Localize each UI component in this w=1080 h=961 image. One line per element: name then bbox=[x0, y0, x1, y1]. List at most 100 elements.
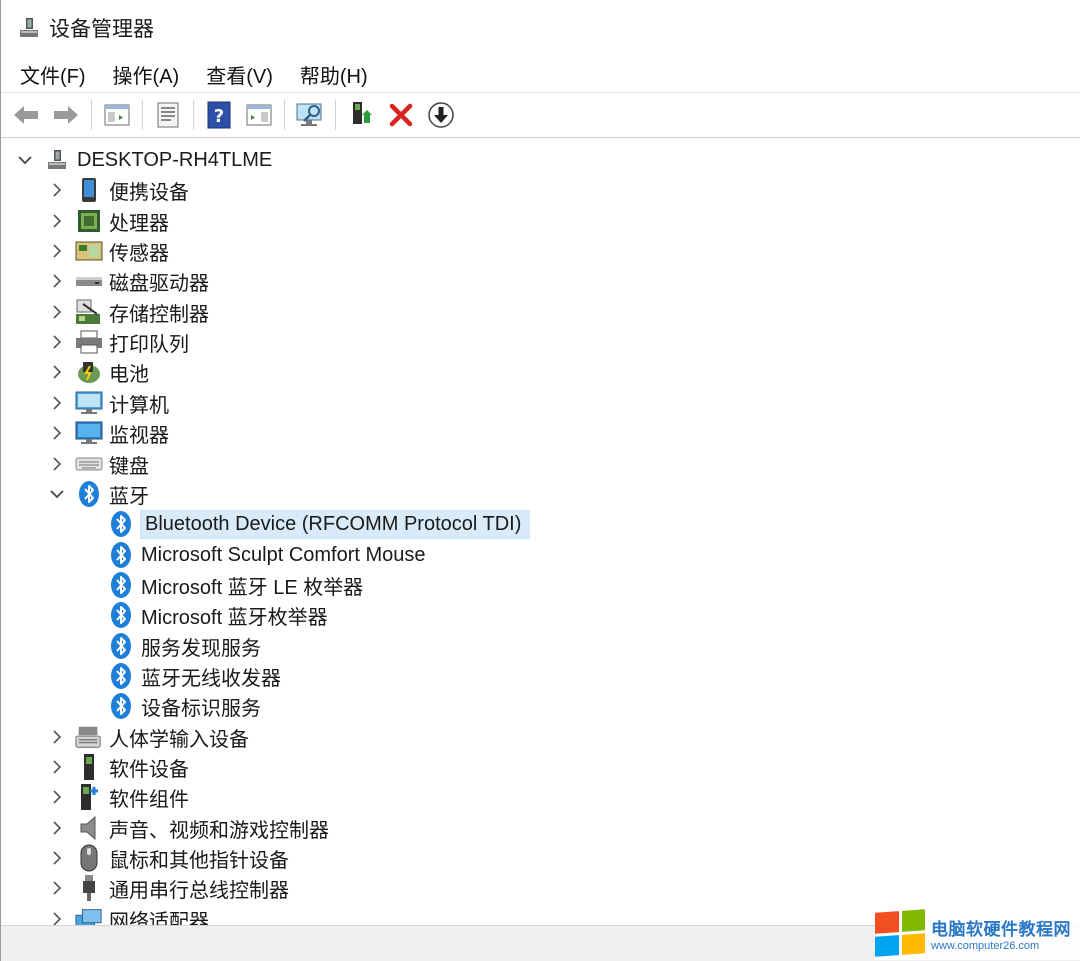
bluetooth-icon bbox=[107, 601, 135, 629]
expand-chevron-icon[interactable] bbox=[47, 297, 67, 327]
expand-chevron-icon[interactable] bbox=[47, 236, 67, 266]
expand-chevron-icon[interactable] bbox=[47, 206, 67, 236]
expand-chevron-icon[interactable] bbox=[47, 388, 67, 418]
expand-chevron-icon[interactable] bbox=[47, 327, 67, 357]
expand-chevron-icon[interactable] bbox=[47, 418, 67, 448]
device-label: Microsoft 蓝牙枚举器 bbox=[141, 606, 328, 629]
menu-action[interactable]: 操作(A) bbox=[113, 60, 180, 89]
help-button[interactable]: ? bbox=[202, 98, 236, 132]
properties-button[interactable] bbox=[151, 98, 185, 132]
device-manager-window: 设备管理器 文件(F) 操作(A) 查看(V) 帮助(H) ? DESKTOP-… bbox=[0, 0, 1080, 961]
category-label: 存储控制器 bbox=[109, 303, 209, 326]
category-row[interactable]: 便携设备 bbox=[47, 175, 193, 205]
device-manager-app-icon bbox=[17, 16, 41, 40]
category-row[interactable]: 监视器 bbox=[47, 418, 173, 448]
scan-hardware-changes-button[interactable] bbox=[293, 98, 327, 132]
category-label: 监视器 bbox=[109, 424, 169, 447]
category-row[interactable]: 处理器 bbox=[47, 206, 173, 236]
windows-logo-icon bbox=[875, 909, 925, 957]
category-row[interactable]: 软件设备 bbox=[47, 752, 193, 782]
category-row[interactable]: 磁盘驱动器 bbox=[47, 266, 213, 296]
expand-chevron-icon[interactable] bbox=[47, 357, 67, 387]
tree-root-row[interactable]: DESKTOP-RH4TLME bbox=[15, 145, 276, 175]
tree-root-label: DESKTOP-RH4TLME bbox=[77, 148, 273, 171]
watermark-url: www.computer26.com bbox=[931, 939, 1040, 952]
selected-device-label: Bluetooth Device (RFCOMM Protocol TDI) bbox=[139, 509, 531, 539]
forward-button[interactable] bbox=[49, 98, 83, 132]
category-row[interactable]: 软件组件 bbox=[47, 782, 193, 812]
collapse-chevron-icon[interactable] bbox=[15, 145, 35, 175]
category-row[interactable]: 键盘 bbox=[47, 449, 153, 479]
logo-tile-red bbox=[875, 911, 899, 934]
show-hide-console-tree-button[interactable] bbox=[100, 98, 134, 132]
expand-chevron-icon[interactable] bbox=[47, 813, 67, 843]
expand-chevron-icon[interactable] bbox=[47, 904, 67, 925]
menu-view[interactable]: 查看(V) bbox=[206, 60, 273, 89]
update-driver-button[interactable] bbox=[344, 98, 378, 132]
device-row[interactable]: Microsoft Sculpt Comfort Mouse bbox=[107, 540, 430, 570]
mouse-icon bbox=[75, 844, 103, 872]
device-row[interactable]: 设备标识服务 bbox=[107, 691, 265, 721]
usb-icon bbox=[75, 874, 103, 902]
expand-chevron-icon[interactable] bbox=[47, 722, 67, 752]
category-row[interactable]: 鼠标和其他指针设备 bbox=[47, 843, 293, 873]
category-row[interactable]: 蓝牙 bbox=[47, 479, 153, 509]
category-row[interactable]: 电池 bbox=[47, 357, 153, 387]
device-row[interactable]: Microsoft 蓝牙 LE 枚举器 bbox=[107, 570, 367, 600]
device-label: 蓝牙无线收发器 bbox=[141, 667, 281, 690]
category-row[interactable]: 人体学输入设备 bbox=[47, 722, 253, 752]
menu-help[interactable]: 帮助(H) bbox=[300, 60, 368, 89]
site-watermark: 电脑软硬件教程网 www.computer26.com bbox=[875, 906, 1080, 960]
category-row[interactable]: 声音、视频和游戏控制器 bbox=[47, 813, 333, 843]
category-label: 传感器 bbox=[109, 242, 169, 265]
expand-chevron-icon[interactable] bbox=[47, 449, 67, 479]
action-pane-button[interactable] bbox=[242, 98, 276, 132]
category-row[interactable]: 计算机 bbox=[47, 388, 173, 418]
menu-file[interactable]: 文件(F) bbox=[20, 60, 86, 89]
computer-root-icon bbox=[43, 146, 71, 174]
forward-icon bbox=[54, 106, 78, 124]
category-row[interactable]: 传感器 bbox=[47, 236, 173, 266]
category-row[interactable]: 通用串行总线控制器 bbox=[47, 873, 293, 903]
properties-icon bbox=[157, 102, 179, 128]
uninstall-device-button[interactable] bbox=[384, 98, 418, 132]
device-row[interactable]: Bluetooth Device (RFCOMM Protocol TDI) bbox=[107, 509, 531, 539]
category-row[interactable]: 网络适配器 bbox=[47, 904, 213, 925]
keyboard-icon bbox=[75, 450, 103, 478]
update-driver-icon bbox=[353, 102, 372, 124]
printer-icon bbox=[75, 328, 103, 356]
category-label: 蓝牙 bbox=[109, 485, 149, 508]
scan-hardware-changes-icon bbox=[296, 103, 322, 126]
back-icon bbox=[14, 106, 38, 124]
device-row[interactable]: 服务发现服务 bbox=[107, 631, 265, 661]
category-label: 电池 bbox=[109, 363, 149, 386]
collapse-chevron-icon[interactable] bbox=[47, 479, 67, 509]
sensor-icon bbox=[75, 237, 103, 265]
bluetooth-icon bbox=[75, 480, 103, 508]
category-label: 网络适配器 bbox=[109, 910, 209, 926]
expand-chevron-icon[interactable] bbox=[47, 752, 67, 782]
category-row[interactable]: 存储控制器 bbox=[47, 297, 213, 327]
processor-icon bbox=[75, 207, 103, 235]
category-label: 人体学输入设备 bbox=[109, 728, 249, 751]
disable-device-button[interactable] bbox=[424, 98, 458, 132]
expand-chevron-icon[interactable] bbox=[47, 266, 67, 296]
back-button[interactable] bbox=[9, 98, 43, 132]
hid-icon bbox=[75, 723, 103, 751]
device-row[interactable]: Microsoft 蓝牙枚举器 bbox=[107, 600, 332, 630]
toolbar-separator bbox=[142, 100, 143, 130]
category-label: 通用串行总线控制器 bbox=[109, 879, 289, 902]
expand-chevron-icon[interactable] bbox=[47, 782, 67, 812]
device-tree: DESKTOP-RH4TLME 便携设备 处理器传感器 磁盘驱动器存储控制器 打印队列… bbox=[1, 140, 1080, 925]
bluetooth-icon bbox=[107, 571, 135, 599]
monitor-icon bbox=[75, 419, 103, 447]
category-row[interactable]: 打印队列 bbox=[47, 327, 193, 357]
expand-chevron-icon[interactable] bbox=[47, 843, 67, 873]
device-label: Microsoft 蓝牙 LE 枚举器 bbox=[141, 576, 364, 599]
toolbar-separator bbox=[284, 100, 285, 130]
category-label: 声音、视频和游戏控制器 bbox=[109, 819, 329, 842]
device-row[interactable]: 蓝牙无线收发器 bbox=[107, 661, 285, 691]
category-label: 鼠标和其他指针设备 bbox=[109, 849, 289, 872]
expand-chevron-icon[interactable] bbox=[47, 873, 67, 903]
expand-chevron-icon[interactable] bbox=[47, 175, 67, 205]
